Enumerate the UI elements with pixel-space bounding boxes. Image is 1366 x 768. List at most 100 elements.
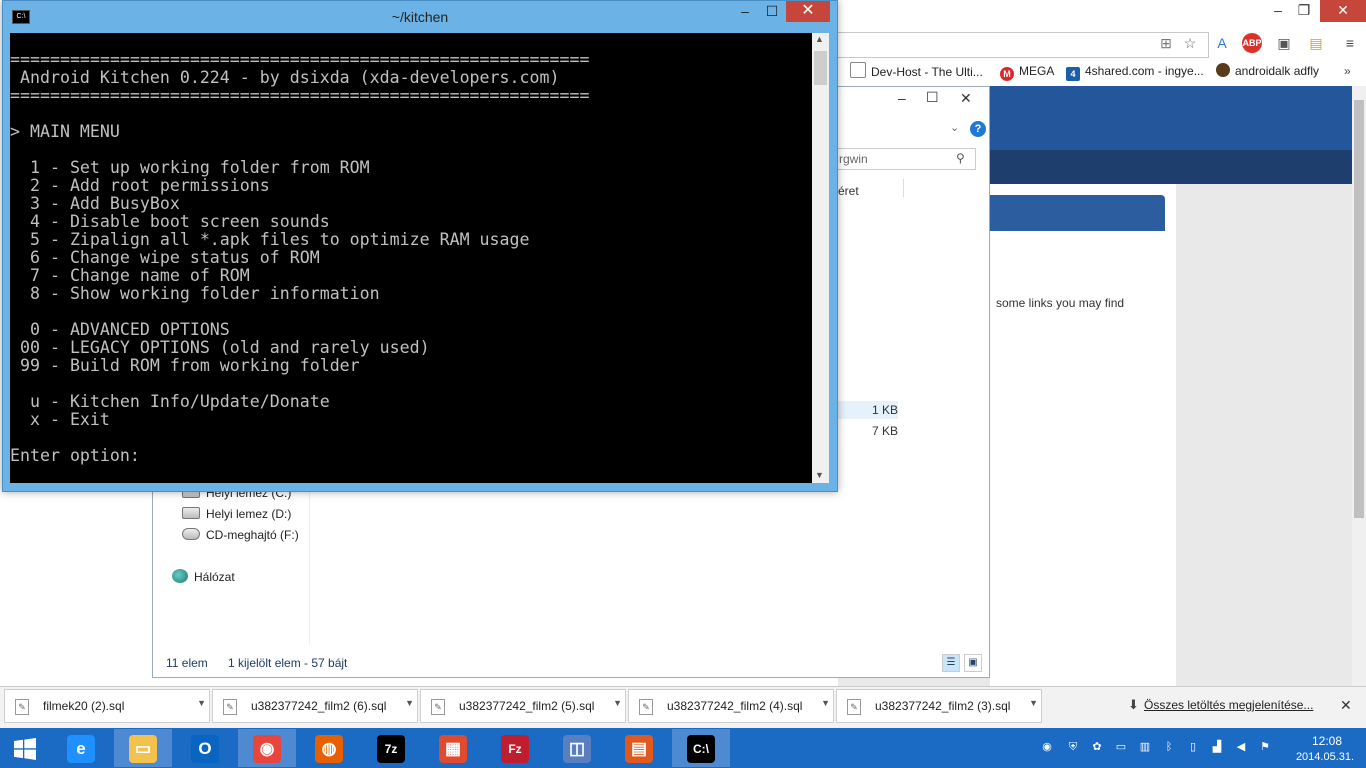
explorer-maximize-button[interactable]: ☐ [926, 89, 939, 106]
download-item[interactable]: ✎ u382377242_film2 (6).sql ▼ [212, 689, 418, 723]
bookmark-androidalk[interactable]: androidalk adfly [1216, 62, 1319, 80]
console-close-button[interactable]: ✕ [786, 1, 830, 22]
sql-file-icon: ✎ [431, 699, 445, 715]
taskbar-chrome[interactable]: ◉ [238, 729, 296, 767]
taskbar-apps[interactable]: ▦ [424, 729, 482, 767]
translate-page-icon[interactable]: ⊞ [1156, 33, 1176, 53]
windows-logo-icon [14, 737, 36, 760]
page-scrollbar-thumb[interactable] [1354, 100, 1364, 518]
battery-icon[interactable]: ▯ [1186, 740, 1200, 754]
clock-time[interactable]: 12:08 [1302, 734, 1352, 748]
scroll-down-icon[interactable]: ▼ [815, 470, 824, 480]
details-view-icon[interactable]: ☰ [942, 654, 960, 672]
tray-app-icon[interactable]: ✿ [1090, 740, 1104, 754]
taskbar-disk-utility[interactable]: ◫ [548, 729, 606, 767]
7-zip-icon: 7z [377, 734, 405, 763]
drive-d[interactable]: Helyi lemez (D:) [182, 505, 291, 523]
console-minimize-button[interactable]: – [732, 1, 758, 22]
terminal-output[interactable]: ========================================… [10, 33, 812, 483]
explorer-minimize-button[interactable]: – [898, 90, 906, 106]
selection-info: 1 kijelölt elem - 57 bájt [228, 656, 348, 670]
extension-icon[interactable]: ▣ [1274, 33, 1294, 53]
tray-network-globe-icon[interactable]: ◉ [1040, 740, 1054, 754]
download-item[interactable]: ✎ u382377242_film2 (3).sql ▼ [836, 689, 1042, 723]
mega-icon: M [1000, 67, 1014, 81]
start-button[interactable] [0, 729, 50, 767]
disk-utility-icon: ◫ [563, 734, 591, 763]
search-icon[interactable]: ⚲ [956, 151, 965, 165]
address-bar[interactable] [838, 32, 1209, 58]
menu-icon[interactable]: ≡ [1340, 33, 1360, 53]
drive-f[interactable]: CD-meghajtó (F:) [182, 526, 299, 544]
column-divider [903, 179, 904, 197]
bookmark-4shared[interactable]: 4 4shared.com - ingye... [1066, 62, 1204, 81]
tray-device-icon[interactable]: ▥ [1138, 740, 1152, 754]
tray-shield-icon[interactable]: ⛨ [1066, 740, 1080, 754]
item-count: 11 elem [166, 656, 208, 670]
cd-drive-icon [182, 528, 200, 540]
explorer-search-input[interactable]: rgwin [832, 148, 976, 170]
bookmarks-overflow-icon[interactable]: » [1344, 62, 1351, 80]
console-title: ~/kitchen [391, 9, 449, 25]
show-all-downloads-link[interactable]: Összes letöltés megjelenítése... [1144, 698, 1313, 712]
chevron-down-icon[interactable]: ▼ [197, 698, 206, 708]
sql-file-icon: ✎ [15, 699, 29, 715]
translate-extension-icon[interactable]: A [1212, 33, 1232, 53]
taskbar-filezilla[interactable]: Fz [486, 729, 544, 767]
download-item[interactable]: ✎ filmek20 (2).sql ▼ [4, 689, 210, 723]
chevron-down-icon[interactable]: ▼ [821, 698, 830, 708]
download-item[interactable]: ✎ u382377242_film2 (4).sql ▼ [628, 689, 834, 723]
taskbar-file-explorer[interactable]: ▭ [114, 729, 172, 767]
filezilla-icon: Fz [501, 734, 529, 763]
browser-restore-button[interactable]: ❐ [1290, 0, 1318, 22]
chevron-down-icon[interactable]: ▼ [613, 698, 622, 708]
taskbar-firefox[interactable]: ◍ [300, 729, 358, 767]
taskbar-office[interactable]: ▤ [610, 729, 668, 767]
tray-display-icon[interactable]: ▭ [1114, 740, 1128, 754]
sql-file-icon: ✎ [223, 699, 237, 715]
action-center-flag-icon[interactable]: ⚑ [1258, 740, 1272, 754]
bluetooth-icon[interactable]: ᛒ [1162, 740, 1176, 754]
terminal-scrollbar-thumb[interactable] [814, 51, 827, 85]
bookmark-star-icon[interactable]: ☆ [1180, 33, 1200, 53]
content-panel [990, 184, 1176, 686]
wifi-signal-icon[interactable]: ▟ [1210, 740, 1224, 754]
file-size-cell[interactable]: 1 KB [838, 401, 898, 419]
download-item[interactable]: ✎ u382377242_film2 (5).sql ▼ [420, 689, 626, 723]
browser-minimize-button[interactable]: – [1264, 0, 1292, 22]
download-arrow-icon: ⬇ [1128, 697, 1139, 712]
bookmark-devhost[interactable]: Dev-Host - The Ulti... [850, 62, 983, 80]
page-icon [850, 62, 866, 78]
column-header[interactable]: éret [838, 184, 859, 198]
explorer-close-button[interactable]: ✕ [960, 90, 972, 107]
adblock-icon[interactable]: ABP [1242, 33, 1262, 53]
scroll-up-icon[interactable]: ▲ [815, 34, 824, 44]
internet-explorer-icon: e [67, 734, 95, 763]
extension-folder-icon[interactable]: ▤ [1306, 33, 1326, 53]
file-explorer-icon: ▭ [129, 734, 157, 763]
large-icons-view-icon[interactable]: ▣ [964, 654, 982, 672]
ribbon-expand-icon[interactable]: ⌄ [950, 121, 959, 134]
sql-file-icon: ✎ [847, 699, 861, 715]
office-icon: ▤ [625, 734, 653, 763]
taskbar-command-prompt[interactable]: C:\ [672, 729, 730, 767]
volume-icon[interactable]: ◀ [1234, 740, 1248, 754]
chevron-down-icon[interactable]: ▼ [405, 698, 414, 708]
network-icon [172, 569, 188, 583]
console-app-icon[interactable]: C:\ [12, 10, 30, 24]
taskbar-internet-explorer[interactable]: e [52, 729, 110, 767]
browser-close-button[interactable]: ✕ [1320, 0, 1366, 22]
outlook-icon: O [191, 734, 219, 763]
clock-date[interactable]: 2014.05.31. [1290, 751, 1360, 763]
chevron-down-icon[interactable]: ▼ [1029, 698, 1038, 708]
file-size-cell[interactable]: 7 KB [838, 422, 898, 440]
help-icon[interactable]: ? [970, 121, 986, 137]
taskbar-outlook[interactable]: O [176, 729, 234, 767]
bookmark-mega[interactable]: M MEGA [1000, 62, 1054, 81]
close-downloads-bar-icon[interactable]: ✕ [1340, 697, 1352, 714]
taskbar-7zip[interactable]: 7z [362, 729, 420, 767]
network-item[interactable]: Hálózat [172, 568, 235, 586]
terminal-scrollbar[interactable] [812, 33, 829, 483]
content-header-bar [990, 195, 1165, 231]
console-maximize-button[interactable]: ☐ [759, 1, 785, 22]
